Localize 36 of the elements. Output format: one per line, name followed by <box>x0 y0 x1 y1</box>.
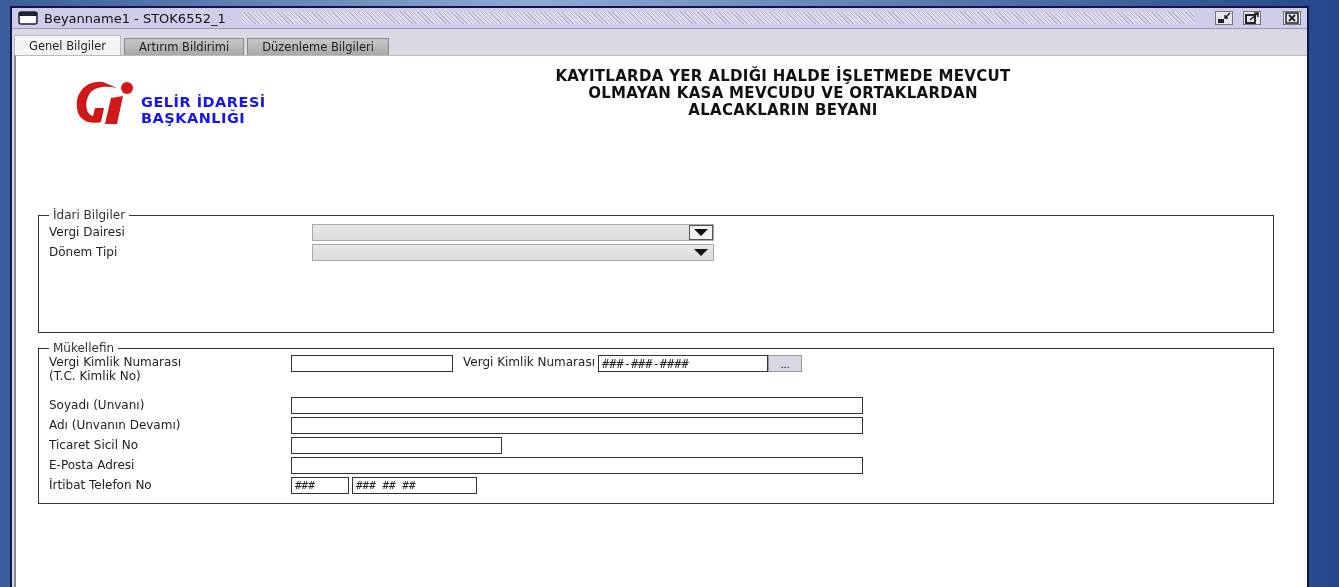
field-label: Vergi Kimlik Numarası <box>463 355 595 369</box>
dropdown-arrow-icon <box>694 228 708 236</box>
group-title: İdari Bilgiler <box>52 208 127 222</box>
field-label: (T.C. Kimlik No) <box>49 369 142 383</box>
field-label: Ticaret Sicil No <box>49 438 140 452</box>
maximize-button[interactable] <box>1243 11 1261 25</box>
close-icon <box>1284 12 1300 24</box>
input-field[interactable] <box>291 396 863 414</box>
window-title: Beyanname1 - STOK6552_1 <box>44 10 226 26</box>
logo-text: GELİR İDARESİ BAŞKANLIĞI <box>141 94 266 126</box>
browse-button[interactable]: ... <box>768 355 802 372</box>
input-field[interactable] <box>291 436 502 454</box>
input-field[interactable] <box>291 355 453 372</box>
tab[interactable]: Düzenleme Bilgileri <box>247 38 389 55</box>
input-field[interactable] <box>291 456 863 474</box>
input-field[interactable] <box>291 416 863 434</box>
group-title: Mükellefin <box>52 341 116 355</box>
window-icon <box>18 11 38 25</box>
tab[interactable]: Artırım Bildirimi <box>124 38 245 55</box>
tab[interactable]: Genel Bilgiler <box>14 35 121 55</box>
input-field[interactable]: ###-###-#### <box>598 355 768 372</box>
dropdown-arrow-icon <box>694 248 708 256</box>
minimize-icon <box>1216 12 1232 24</box>
field-label: Dönem Tipi <box>49 245 119 259</box>
close-button[interactable] <box>1283 11 1301 25</box>
phone-number-field[interactable]: ### ## ## <box>352 476 477 494</box>
field-label: E-Posta Adresi <box>49 458 136 472</box>
minimize-button[interactable] <box>1215 11 1233 25</box>
field-label: İrtibat Telefon No <box>49 478 153 492</box>
field-label: Soyadı (Unvanı) <box>49 398 146 412</box>
field-label: Vergi Kimlik Numarası <box>49 355 182 369</box>
maximize-icon <box>1244 12 1260 24</box>
form-title: KAYITLARDA YER ALDIĞI HALDE İŞLETMEDE MEVCUT OLMAYAN KASA MEVCUDU VE ORTAKLARDAN ALACAKLARIN BEYANI <box>554 68 1012 119</box>
field-label: Adı (Unvanın Devamı) <box>49 418 182 432</box>
area-code-field[interactable]: ### <box>291 476 349 494</box>
field-label: Vergi Dairesi <box>49 225 126 239</box>
